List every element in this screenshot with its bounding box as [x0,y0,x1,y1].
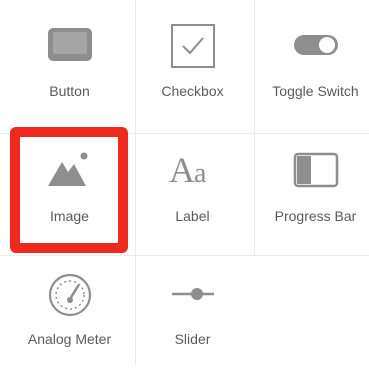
palette-item-checkbox[interactable]: Checkbox [131,6,254,128]
palette-item-label: Slider [174,331,211,347]
progress-bar-icon [293,152,339,188]
divider [0,255,369,256]
palette-item-label: Image [50,208,89,224]
svg-text:A: A [169,150,195,190]
palette-item-label: Label [175,208,210,224]
toggle-switch-icon [292,32,340,58]
palette-item-label: Toggle Switch [272,83,359,99]
slider-icon [170,284,216,304]
palette-item-progress-bar[interactable]: Progress Bar [254,130,369,252]
palette-item-label: Progress Bar [274,208,357,224]
palette-item-label: Button [49,83,90,99]
palette-item-button[interactable]: Button [8,6,131,128]
svg-text:a: a [194,158,207,189]
palette-item-toggle-switch[interactable]: Toggle Switch [254,6,369,128]
button-icon [46,26,94,64]
palette-item-analog-meter[interactable]: Analog Meter [8,258,131,380]
palette-item-label: Checkbox [161,83,224,99]
palette-item-image[interactable]: Image [8,130,131,252]
image-icon [46,150,94,188]
checkbox-icon [170,23,216,69]
component-palette: Button Checkbox Toggle Switch Image A a … [0,0,369,365]
palette-item-label-component[interactable]: A a Label [131,130,254,252]
label-icon: A a [167,146,219,190]
analog-meter-icon [47,272,93,318]
palette-item-label: Analog Meter [27,331,112,347]
palette-item-slider[interactable]: Slider [131,258,254,380]
